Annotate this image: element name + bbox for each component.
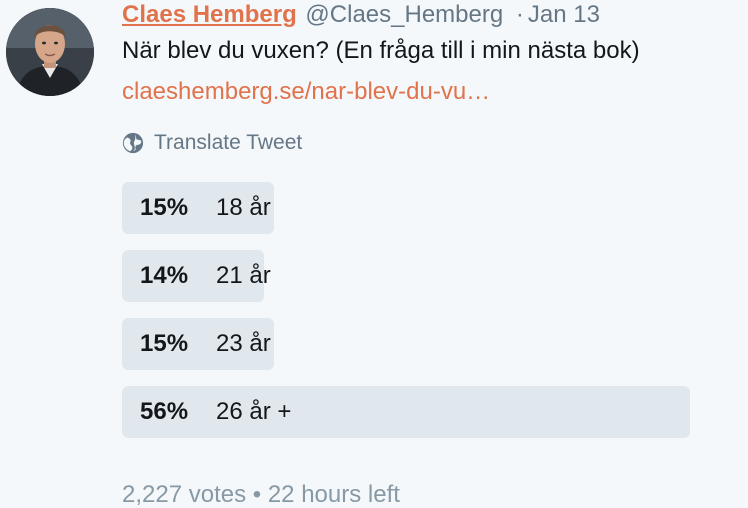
tweet-header: Claes Hemberg @Claes_Hemberg · Jan 13: [122, 0, 600, 30]
author-name[interactable]: Claes Hemberg: [122, 1, 297, 28]
tweet-date[interactable]: Jan 13: [528, 1, 600, 28]
translate-tweet-button[interactable]: Translate Tweet: [122, 129, 302, 157]
poll-label: 26 år +: [216, 398, 292, 425]
poll-percent: 14%: [140, 262, 189, 289]
avatar-image: [6, 8, 94, 96]
poll-label: 21 år: [216, 262, 271, 289]
tweet: Claes Hemberg @Claes_Hemberg · Jan 13 När…: [0, 0, 748, 508]
poll-label: 23 år: [216, 330, 271, 357]
translate-label: Translate Tweet: [154, 131, 303, 154]
poll-choice: 14% 21 år: [122, 250, 690, 302]
poll-choice: 56% 26 år +: [122, 386, 690, 438]
poll-percent: 56%: [140, 398, 189, 425]
tweet-link[interactable]: claeshemberg.se/nar-blev-du-vu…: [122, 77, 490, 107]
poll-choice: 15% 18 år: [122, 182, 690, 234]
poll-percent: 15%: [140, 330, 189, 357]
avatar[interactable]: [6, 8, 94, 96]
poll-label: 18 år: [216, 194, 271, 221]
globe-icon: [122, 132, 144, 154]
header-separator: ·: [515, 1, 524, 28]
poll-footer: 2,227 votes • 22 hours left: [122, 481, 400, 508]
author-handle[interactable]: @Claes_Hemberg: [305, 1, 503, 28]
tweet-text: När blev du vuxen? (En fråga till i min …: [122, 37, 640, 64]
poll-choice: 15% 23 år: [122, 318, 690, 370]
poll-percent: 15%: [140, 194, 189, 221]
